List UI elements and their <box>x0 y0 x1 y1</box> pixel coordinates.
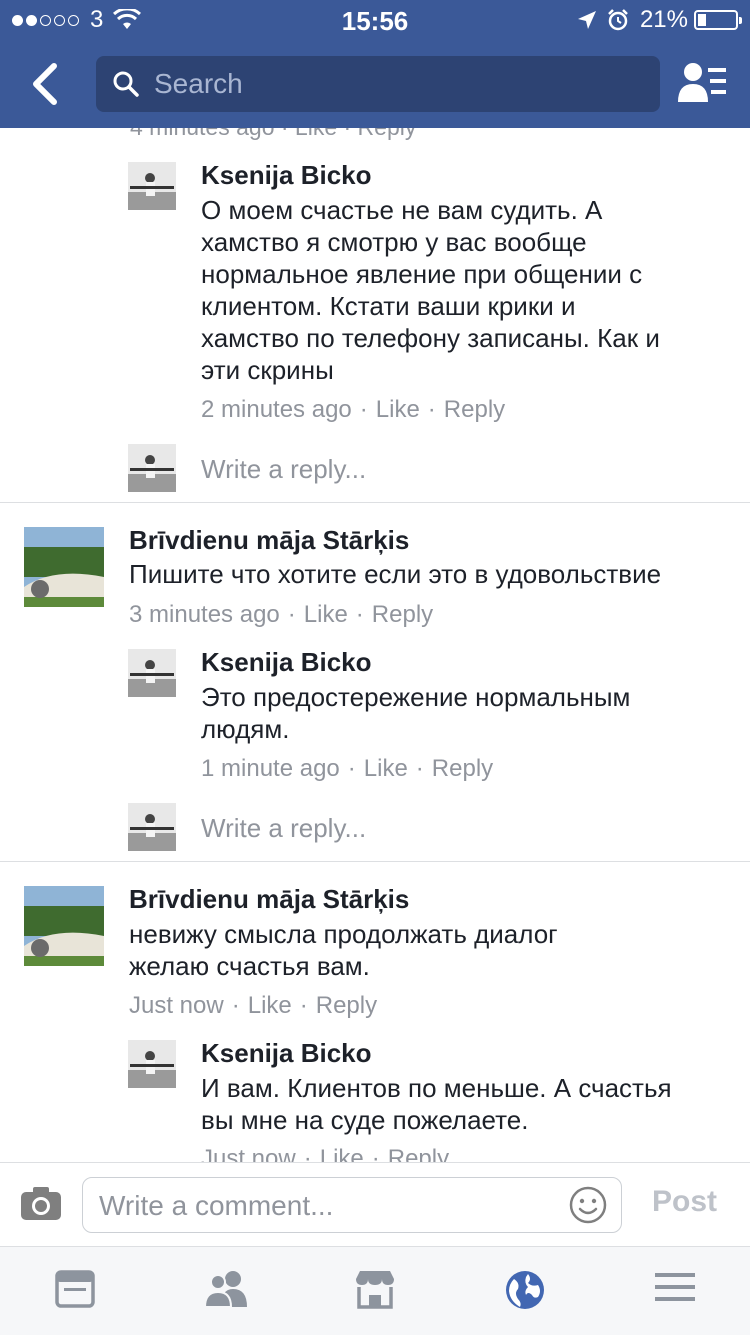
write-reply-prompt[interactable]: Write a reply... <box>201 813 366 844</box>
reply-button[interactable]: Reply <box>432 755 493 782</box>
divider <box>0 502 750 503</box>
comment-meta: 1 minute ago · Like · Reply <box>201 755 494 782</box>
avatar[interactable] <box>128 162 176 210</box>
status-bar: 3 15:56 21% <box>0 0 750 40</box>
friend-requests-icon[interactable] <box>678 62 728 106</box>
comment-time: 1 minute ago <box>201 755 340 782</box>
comment-text: Это предостережение нормальным людям. <box>201 681 630 745</box>
camera-icon[interactable] <box>20 1185 62 1221</box>
alarm-icon <box>608 9 628 31</box>
like-button[interactable]: Like <box>364 755 408 782</box>
comment-author[interactable]: Ksenija Bicko <box>201 160 372 191</box>
comment-line: Пишите что хотите если это в удовольстви… <box>129 559 662 589</box>
comment-line: Это предостережение нормальным <box>201 682 631 712</box>
emoji-icon[interactable] <box>569 1186 607 1224</box>
comment-text: Пишите что хотите если это в удовольстви… <box>129 558 661 590</box>
comment-author[interactable]: Brīvdienu māja Stārķis <box>129 884 409 915</box>
news-feed-icon[interactable] <box>55 1269 95 1309</box>
comment-time: 2 minutes ago <box>201 396 352 423</box>
comment-time: 3 minutes ago <box>129 601 280 628</box>
reply-button[interactable]: Reply <box>388 1145 449 1162</box>
write-reply-prompt[interactable]: Write a reply... <box>201 454 366 485</box>
comment-line: хамство я смотрю у вас вообще <box>201 227 587 257</box>
comment-line: хамство по телефону записаны. Как и <box>201 323 660 353</box>
comment-composer: Post <box>0 1162 750 1247</box>
avatar-photo <box>128 649 176 697</box>
comments-feed[interactable]: 4 minutes ago · Like · Reply Ksenija Bic… <box>0 128 750 1162</box>
like-button[interactable]: Like <box>320 1145 364 1162</box>
post-button[interactable]: Post <box>652 1185 717 1219</box>
comment-meta: 3 minutes ago · Like · Reply <box>129 601 434 628</box>
avatar <box>128 444 176 492</box>
comment-time: Just now <box>129 992 224 1019</box>
like-button[interactable]: Like <box>376 396 420 423</box>
comment-box[interactable] <box>82 1177 622 1233</box>
battery-fill <box>698 14 706 26</box>
comment-author[interactable]: Ksenija Bicko <box>201 1038 372 1069</box>
comment-line: эти скрины <box>201 355 334 385</box>
page-avatar[interactable] <box>24 527 104 607</box>
notifications-globe-icon[interactable] <box>504 1269 546 1311</box>
comment-author[interactable]: Ksenija Bicko <box>201 647 372 678</box>
comment-line: людям. <box>201 714 290 744</box>
avatar-photo <box>128 1040 176 1088</box>
reply-button[interactable]: Reply <box>316 992 377 1019</box>
comment-line: О моем счастье не вам судить. А <box>201 195 603 225</box>
back-arrow-icon[interactable] <box>22 56 72 112</box>
divider <box>0 861 750 862</box>
nav-bar <box>0 40 750 128</box>
comment-input[interactable] <box>97 1187 561 1225</box>
comment-text: невижу смысла продолжать диалог желаю сч… <box>129 918 558 982</box>
page-avatar[interactable] <box>24 886 104 966</box>
comment-line: нормальное явление при общении с <box>201 259 643 289</box>
avatar-photo <box>128 162 176 210</box>
battery-icon <box>694 10 742 30</box>
battery-percent: 21% <box>639 6 688 33</box>
like-button[interactable]: Like <box>248 992 292 1019</box>
menu-icon[interactable] <box>655 1269 695 1305</box>
marketplace-icon[interactable] <box>354 1269 396 1309</box>
tab-bar <box>0 1246 750 1335</box>
comment-text: И вам. Клиентов по меньше. А счастья вы … <box>201 1072 672 1136</box>
like-button[interactable]: Like <box>304 601 348 628</box>
comment-author[interactable]: Brīvdienu māja Stārķis <box>129 525 409 556</box>
clipped-comment-meta: 4 minutes ago · Like · Reply <box>130 128 416 141</box>
avatar-photo <box>128 444 176 492</box>
comment-meta: 2 minutes ago · Like · Reply <box>201 396 506 423</box>
comment-line: желаю счастья вам. <box>129 951 370 981</box>
comment-time: Just now <box>201 1145 296 1162</box>
avatar <box>128 803 176 851</box>
comment-line: вы мне на суде пожелаете. <box>201 1105 529 1135</box>
avatar[interactable] <box>128 649 176 697</box>
comment-line: И вам. Клиентов по меньше. А счастья <box>201 1073 672 1103</box>
search-input[interactable] <box>152 67 636 101</box>
comment-text: О моем счастье не вам судить. А хамство … <box>201 194 660 386</box>
search-bar[interactable] <box>96 56 660 112</box>
location-arrow-icon <box>577 11 596 29</box>
comment-meta: Just now · Like · Reply <box>129 992 378 1019</box>
avatar[interactable] <box>128 1040 176 1088</box>
search-icon <box>113 71 139 97</box>
comment-line: клиентом. Кстати ваши крики и <box>201 291 576 321</box>
comment-meta: Just now · Like · Reply <box>201 1145 449 1162</box>
friends-icon[interactable] <box>203 1269 249 1309</box>
comment-line: невижу смысла продолжать диалог <box>129 919 558 949</box>
reply-button[interactable]: Reply <box>444 396 505 423</box>
avatar-photo <box>128 803 176 851</box>
reply-button[interactable]: Reply <box>372 601 433 628</box>
avatar-photo <box>24 886 104 966</box>
status-right: 21% <box>576 6 742 34</box>
avatar-photo <box>24 527 104 607</box>
